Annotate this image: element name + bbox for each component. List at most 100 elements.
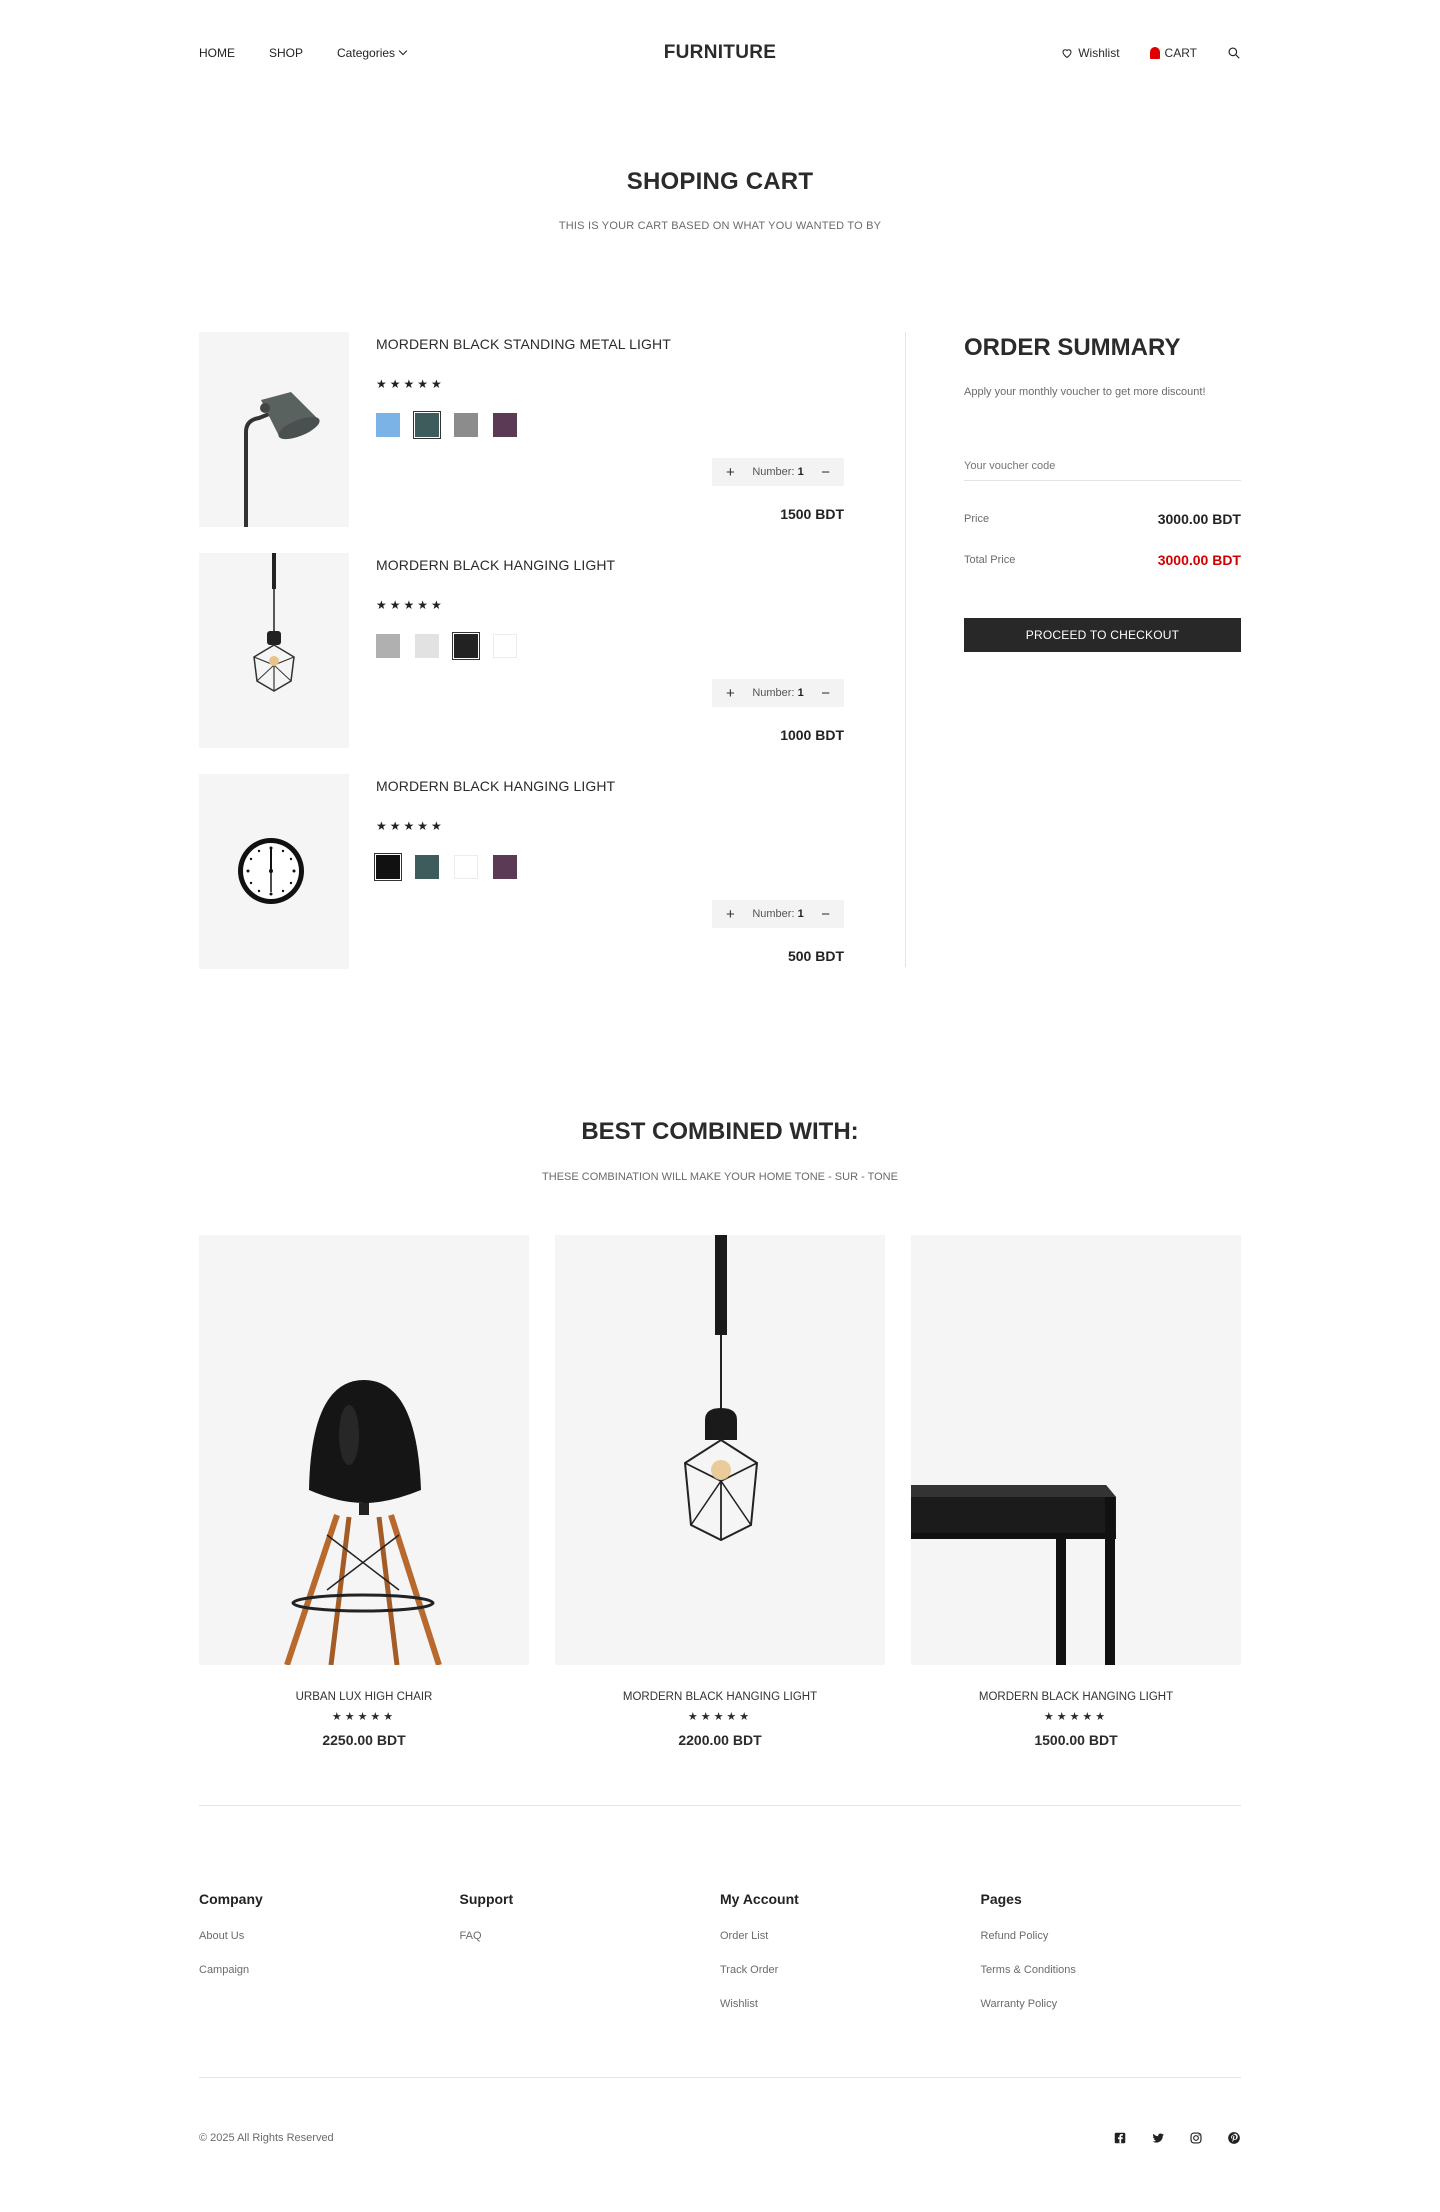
plus-icon[interactable]: + (726, 906, 735, 923)
footer-col-title: Pages (980, 1891, 1022, 1907)
footer-link-warranty-policy[interactable]: Warranty Policy (981, 1998, 1242, 2010)
product-name[interactable]: MORDERN BLACK HANGING LIGHT (555, 1691, 885, 1703)
quantity-label: Number: (752, 687, 795, 699)
nav-categories-label: Categories (337, 46, 396, 60)
footer-link-order-list[interactable]: Order List (720, 1930, 981, 1942)
cart-item-info: MORDERN BLACK HANGING LIGHT ★★★★★ + Numb… (376, 553, 844, 774)
cart-link[interactable]: CART (1149, 46, 1197, 60)
cart-item-name[interactable]: MORDERN BLACK HANGING LIGHT (376, 778, 844, 794)
footer-link-refund-policy[interactable]: Refund Policy (981, 1930, 1242, 1942)
cart-item: MORDERN BLACK HANGING LIGHT ★★★★★ + Numb… (199, 553, 844, 774)
site-header: HOME SHOP Categories FURNITURE Wishlist … (199, 0, 1241, 106)
search-icon[interactable] (1227, 46, 1241, 60)
site-logo[interactable]: FURNITURE (664, 42, 776, 64)
color-swatch-white[interactable] (454, 855, 478, 879)
product-card[interactable]: URBAN LUX HIGH CHAIR ★★★★★ 2250.00 BDT (199, 1235, 529, 1748)
cart-item-price: 500 BDT (787, 948, 844, 964)
footer-link-faq[interactable]: FAQ (460, 1930, 721, 1942)
plus-icon[interactable]: + (726, 685, 735, 702)
product-image-wall-clock[interactable] (199, 774, 349, 969)
product-image-table[interactable] (911, 1235, 1241, 1665)
checkout-button[interactable]: PROCEED TO CHECKOUT (964, 618, 1241, 652)
footer-col-title: Company (199, 1891, 263, 1907)
color-swatch-gray[interactable] (454, 413, 478, 437)
nav-home[interactable]: HOME (199, 46, 235, 60)
quantity-stepper: + Number: 1 − (712, 679, 844, 707)
color-swatches (376, 632, 844, 660)
order-summary: ORDER SUMMARY Apply your monthly voucher… (964, 332, 1241, 652)
total-value: 3000.00 BDT (1157, 552, 1241, 568)
cart-item-info: MORDERN BLACK STANDING METAL LIGHT ★★★★★… (376, 332, 844, 553)
product-price: 2250.00 BDT (322, 1732, 406, 1748)
color-swatch-white[interactable] (493, 634, 517, 658)
facebook-icon[interactable] (1113, 2131, 1127, 2145)
color-swatches (374, 853, 844, 881)
footer-bottom: © 2025 All Rights Reserved (199, 2078, 1241, 2198)
color-swatch-blue[interactable] (376, 413, 400, 437)
rating-stars: ★★★★★ (376, 819, 445, 833)
page-heading: SHOPING CART THIS IS YOUR CART BASED ON … (199, 106, 1241, 232)
page-subtitle: THIS IS YOUR CART BASED ON WHAT YOU WANT… (558, 220, 882, 232)
footer-link-terms[interactable]: Terms & Conditions (981, 1964, 1242, 1976)
quantity-label: Number: (752, 466, 795, 478)
cart-item-price: 1500 BDT (780, 506, 844, 522)
voucher-input[interactable] (964, 460, 1241, 481)
cart-item-name[interactable]: MORDERN BLACK HANGING LIGHT (376, 557, 844, 573)
product-image-chair[interactable] (199, 1235, 529, 1665)
color-swatch-gray[interactable] (376, 634, 400, 658)
black-table-image (911, 1485, 1116, 1665)
wishlist-link[interactable]: Wishlist (1061, 46, 1120, 60)
footer-col-pages: Pages Refund Policy Terms & Conditions W… (981, 1891, 1242, 2077)
standing-lamp-image (244, 392, 320, 527)
cart-item: MORDERN BLACK STANDING METAL LIGHT ★★★★★… (199, 332, 844, 553)
product-price: 1500.00 BDT (1034, 1732, 1118, 1748)
header-actions: Wishlist CART (1061, 46, 1241, 60)
product-grid: URBAN LUX HIGH CHAIR ★★★★★ 2250.00 BDT M… (199, 1235, 1241, 1748)
quantity-value: 1 (797, 466, 804, 478)
color-swatch-teal[interactable] (415, 855, 439, 879)
cart-item-name[interactable]: MORDERN BLACK STANDING METAL LIGHT (376, 336, 844, 352)
product-name[interactable]: MORDERN BLACK HANGING LIGHT (911, 1691, 1241, 1703)
color-swatch-black[interactable] (374, 853, 402, 881)
combined-heading: BEST COMBINED WITH: THESE COMBINATION WI… (199, 1118, 1241, 1183)
product-card[interactable]: MORDERN BLACK HANGING LIGHT ★★★★★ 1500.0… (911, 1235, 1241, 1748)
social-links (1113, 2131, 1241, 2145)
minus-icon[interactable]: − (821, 464, 830, 481)
cart-item-info: MORDERN BLACK HANGING LIGHT ★★★★★ + Numb… (374, 774, 844, 995)
plus-icon[interactable]: + (726, 464, 735, 481)
footer-link-wishlist[interactable]: Wishlist (720, 1998, 981, 2010)
color-swatch-plum[interactable] (493, 413, 517, 437)
quantity-label: Number: (752, 908, 795, 920)
pinterest-icon[interactable] (1227, 2131, 1241, 2145)
product-price: 2200.00 BDT (678, 1732, 762, 1748)
combined-title: BEST COMBINED WITH: (581, 1118, 859, 1145)
minus-icon[interactable]: − (821, 906, 830, 923)
copyright: © 2025 All Rights Reserved (199, 2132, 334, 2144)
cart-items: MORDERN BLACK STANDING METAL LIGHT ★★★★★… (199, 332, 844, 995)
nav-shop[interactable]: SHOP (269, 46, 303, 60)
color-swatch-black[interactable] (452, 632, 480, 660)
footer-link-campaign[interactable]: Campaign (199, 1964, 460, 1976)
cart-label: CART (1164, 46, 1197, 60)
quantity-display: Number: 1 (752, 466, 803, 478)
color-swatch-light-gray[interactable] (415, 634, 439, 658)
color-swatch-plum[interactable] (493, 855, 517, 879)
footer-link-track-order[interactable]: Track Order (720, 1964, 981, 1976)
minus-icon[interactable]: − (821, 685, 830, 702)
product-image-hanging-light[interactable] (199, 553, 349, 748)
rating-stars: ★★★★★ (687, 1711, 753, 1723)
nav-categories[interactable]: Categories (337, 46, 408, 60)
product-image-standing-lamp[interactable] (199, 332, 349, 527)
product-name[interactable]: URBAN LUX HIGH CHAIR (199, 1691, 529, 1703)
cart-divider (905, 332, 906, 967)
product-card[interactable]: MORDERN BLACK HANGING LIGHT ★★★★★ 2200.0… (555, 1235, 885, 1748)
footer-col-title: Support (459, 1891, 514, 1907)
footer-col-title: My Account (720, 1891, 799, 1907)
twitter-icon[interactable] (1151, 2131, 1165, 2145)
cart-section: MORDERN BLACK STANDING METAL LIGHT ★★★★★… (199, 332, 1241, 995)
quantity-value: 1 (797, 908, 804, 920)
footer-link-about-us[interactable]: About Us (199, 1930, 460, 1942)
product-image-hanging-light[interactable] (555, 1235, 885, 1665)
color-swatch-teal[interactable] (413, 411, 441, 439)
instagram-icon[interactable] (1189, 2131, 1203, 2145)
